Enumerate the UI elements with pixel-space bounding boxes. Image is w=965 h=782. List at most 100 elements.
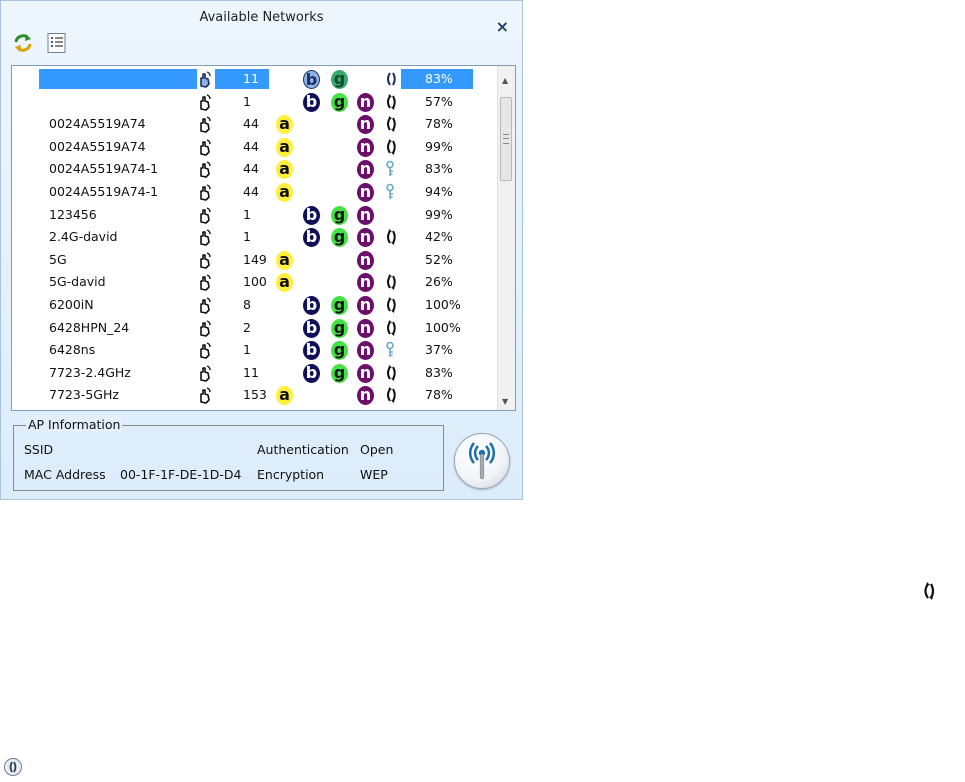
wps-icon xyxy=(924,582,935,600)
network-ssid: 2.4G-david xyxy=(49,229,118,245)
wps-icon xyxy=(382,70,400,88)
infrastructure-icon xyxy=(195,138,213,156)
vertical-scrollbar[interactable]: ▲ ▼ xyxy=(497,66,515,410)
mode-n-badge-icon: n xyxy=(357,228,374,248)
connect-button[interactable] xyxy=(454,433,510,489)
close-button[interactable]: × xyxy=(496,19,509,35)
infrastructure-icon xyxy=(195,228,213,246)
network-signal: 83% xyxy=(425,161,453,177)
network-channel: 2 xyxy=(243,319,251,335)
infrastructure-icon xyxy=(195,206,213,224)
network-channel: 44 xyxy=(243,116,259,132)
scroll-down-arrow-icon[interactable]: ▼ xyxy=(502,397,508,406)
mode-b-badge-icon: b xyxy=(303,70,320,89)
network-ssid: 5G-david xyxy=(49,274,106,290)
infrastructure-icon xyxy=(195,386,213,405)
network-ssid: 123456 xyxy=(49,206,97,222)
mode-a-badge-icon: a xyxy=(276,183,293,202)
network-row[interactable]: 11 b g 83% xyxy=(12,68,499,90)
network-signal: 99% xyxy=(425,206,453,222)
network-channel: 1 xyxy=(243,93,251,109)
mode-g-badge-icon: g xyxy=(331,228,348,248)
network-row[interactable]: 5G 149 a n 52% xyxy=(12,249,499,271)
network-list[interactable]: 11 b g 83% 1 b g n 57% 0024A5519A74 44 a n 78% 0024A55… xyxy=(11,65,516,411)
key-icon xyxy=(382,160,400,178)
mac-address-value: 00-1F-1F-DE-1D-D4 xyxy=(120,467,242,482)
mode-g-badge-icon: g xyxy=(331,318,348,338)
ap-information-group: AP Information SSID Authentication Open … xyxy=(13,417,444,491)
mode-n-badge-icon: n xyxy=(357,386,374,406)
infrastructure-icon xyxy=(195,160,213,179)
network-row[interactable]: 0024A5519A74-1 44 a n 94% xyxy=(12,181,499,203)
network-row[interactable]: 6428HPN_24 2 b g n 100% xyxy=(12,317,499,339)
network-channel: 44 xyxy=(243,161,259,177)
infrastructure-icon xyxy=(195,93,213,111)
network-signal: 83% xyxy=(425,71,453,86)
network-row[interactable]: 5G-david 100 a n 26% xyxy=(12,271,499,293)
network-row[interactable]: 7723-5GHz 153 a n 78% xyxy=(12,384,499,406)
mode-b-badge-icon: b xyxy=(303,363,320,383)
wps-icon xyxy=(382,138,400,156)
encryption-value: WEP xyxy=(360,467,388,482)
network-signal: 37% xyxy=(425,342,453,358)
mode-n-badge-icon: n xyxy=(357,363,374,383)
mode-b-badge-icon: b xyxy=(303,318,320,338)
network-row[interactable]: 0024A5519A74-1 44 a n 83% xyxy=(12,158,499,180)
wps-icon xyxy=(382,364,400,382)
mode-n-badge-icon: n xyxy=(357,250,374,270)
mode-n-badge-icon: n xyxy=(357,273,374,293)
network-channel: 100 xyxy=(243,274,267,290)
infrastructure-icon xyxy=(195,273,213,292)
wps-icon xyxy=(382,296,400,314)
mode-g-badge-icon: g xyxy=(331,92,348,112)
mode-b-badge-icon: b xyxy=(303,296,320,315)
wps-icon xyxy=(382,115,400,133)
network-channel: 11 xyxy=(243,71,259,86)
infrastructure-icon xyxy=(195,341,213,359)
network-row[interactable]: 0024A5519A74 44 a n 78% xyxy=(12,113,499,135)
mode-n-badge-icon: n xyxy=(357,318,374,338)
network-row[interactable]: 1 b g n 57% xyxy=(12,91,499,113)
infrastructure-icon xyxy=(195,115,213,133)
infrastructure-icon xyxy=(195,319,213,337)
infrastructure-icon xyxy=(195,183,213,201)
network-signal: 100% xyxy=(425,297,461,312)
wps-icon xyxy=(382,273,400,291)
network-channel: 44 xyxy=(243,138,259,154)
mode-n-badge-icon: n xyxy=(357,160,374,180)
refresh-button[interactable] xyxy=(12,32,34,54)
infrastructure-icon xyxy=(195,251,213,269)
ssid-label: SSID xyxy=(24,442,54,457)
ap-information-legend: AP Information xyxy=(26,417,123,432)
network-signal: 57% xyxy=(425,93,453,109)
infrastructure-icon xyxy=(195,70,213,88)
network-signal: 83% xyxy=(425,364,453,380)
mode-b-badge-icon: b xyxy=(303,228,320,248)
mode-n-badge-icon: n xyxy=(357,137,374,157)
list-view-icon xyxy=(47,33,66,53)
network-channel: 1 xyxy=(243,342,251,358)
antenna-icon xyxy=(469,442,495,480)
network-row[interactable]: 0024A5519A74 44 a n 99% xyxy=(12,136,499,158)
wps-icon xyxy=(382,228,400,246)
mode-g-badge-icon: g xyxy=(331,341,348,361)
key-icon xyxy=(382,341,400,359)
authentication-label: Authentication xyxy=(257,442,349,457)
network-row[interactable]: 6428ns 1 b g n 37% xyxy=(12,339,499,361)
network-signal: 78% xyxy=(425,116,453,132)
scroll-up-arrow-icon[interactable]: ▲ xyxy=(502,76,508,85)
network-row[interactable]: 7723-2.4GHz 11 b g n 83% xyxy=(12,362,499,384)
network-channel: 153 xyxy=(243,387,267,403)
mode-a-badge-icon: a xyxy=(276,160,293,180)
network-row[interactable]: 123456 1 b g n 99% xyxy=(12,204,499,226)
network-channel: 44 xyxy=(243,184,259,199)
network-ssid: 7723-5GHz xyxy=(49,387,119,403)
key-icon xyxy=(382,183,400,201)
network-signal: 99% xyxy=(425,138,453,154)
list-view-button[interactable] xyxy=(46,32,68,54)
network-row[interactable]: 6200iN 8 b g n 100% xyxy=(12,294,499,316)
network-row[interactable]: 2.4G-david 1 b g n 42% xyxy=(12,226,499,248)
scrollbar-thumb[interactable] xyxy=(500,97,512,181)
network-signal: 52% xyxy=(425,251,453,267)
available-networks-window: Available Networks × 11 b g 83% 1 b g n 57% 0024A… xyxy=(0,0,523,500)
